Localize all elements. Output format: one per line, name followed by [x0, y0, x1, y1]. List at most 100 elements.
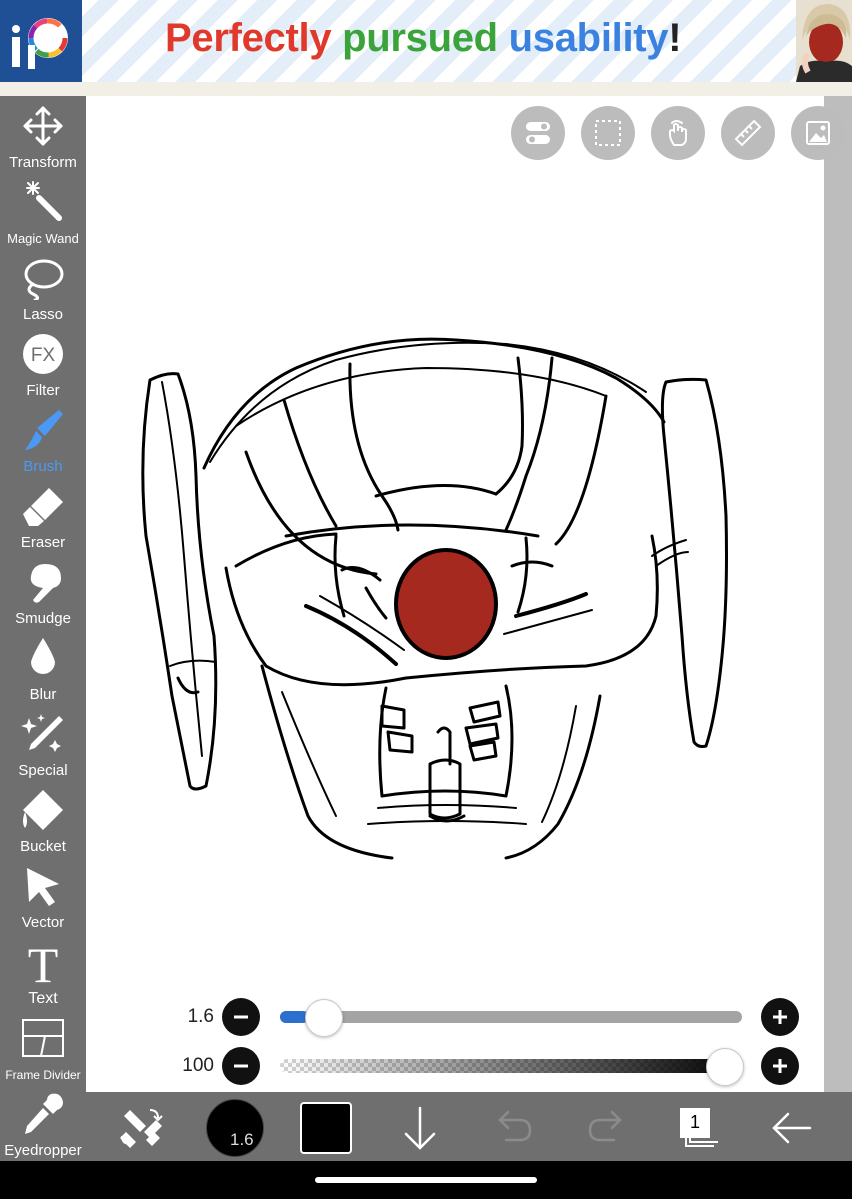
- tool-label: Vector: [21, 914, 65, 931]
- arrow-down-icon: [404, 1106, 436, 1150]
- move-down-button[interactable]: [398, 1092, 442, 1161]
- tool-text[interactable]: T Text: [0, 936, 86, 1012]
- bucket-icon: [23, 790, 63, 830]
- tool-smudge[interactable]: Smudge: [0, 556, 86, 632]
- tool-eraser[interactable]: Eraser: [0, 480, 86, 556]
- ruler-button[interactable]: [721, 106, 775, 160]
- robot-head-sketch: [141, 337, 728, 860]
- layers-button[interactable]: 1: [676, 1092, 724, 1161]
- ad-word: pursued: [342, 16, 498, 60]
- redo-button[interactable]: [584, 1092, 628, 1161]
- eyedropper-icon: [25, 1093, 63, 1134]
- opacity-slider-thumb[interactable]: [706, 1048, 744, 1086]
- brush-size-preview[interactable]: 1.6: [206, 1092, 264, 1161]
- opacity-decrease-button[interactable]: [222, 1047, 260, 1085]
- plus-icon: [773, 1059, 787, 1073]
- opacity-increase-button[interactable]: [761, 1047, 799, 1085]
- tool-label: Smudge: [15, 610, 71, 627]
- brush-size-label: 1.6: [230, 1130, 254, 1149]
- undo-icon: [498, 1110, 532, 1142]
- tool-label: Eyedropper: [4, 1142, 82, 1159]
- tool-magic-wand[interactable]: Magic Wand: [0, 176, 86, 252]
- ad-banner[interactable]: Perfectly pursued usability!: [0, 0, 852, 82]
- ad-headline: Perfectly pursued usability!: [165, 16, 682, 61]
- swap-tools-icon: [120, 1109, 163, 1148]
- tool-transform[interactable]: Transform: [0, 100, 86, 176]
- tool-frame-divider[interactable]: Frame Divider: [0, 1012, 86, 1088]
- reference-button[interactable]: [791, 106, 845, 160]
- opacity-value: 100: [182, 1055, 214, 1076]
- tool-label: Bucket: [20, 838, 66, 855]
- tool-label: Special: [18, 762, 68, 779]
- touch-button[interactable]: [651, 106, 705, 160]
- tool-label: Magic Wand: [7, 231, 79, 246]
- color-swatch-button[interactable]: [300, 1092, 352, 1161]
- text-icon: T: [28, 940, 59, 984]
- tool-label: Eraser: [20, 534, 66, 551]
- ad-word: usability: [508, 16, 669, 60]
- tool-special[interactable]: Special: [0, 708, 86, 784]
- svg-text:T: T: [28, 940, 59, 984]
- tool-filter[interactable]: FX Filter: [0, 328, 86, 404]
- canvas-edge-strip: [824, 96, 852, 1092]
- vector-arrow-icon: [27, 868, 59, 906]
- brush-size-slider-thumb[interactable]: [304, 999, 343, 1037]
- tool-sidebar: Transform Magic Wand Lasso FX Filter Bru…: [0, 96, 86, 1161]
- tool-vector[interactable]: Vector: [0, 860, 86, 936]
- color-swatch: [300, 1102, 352, 1154]
- tool-label: Blur: [29, 686, 57, 703]
- transform-icon: [23, 106, 63, 146]
- tool-label: Filter: [26, 382, 60, 399]
- redo-icon: [588, 1110, 622, 1142]
- minus-icon: [234, 1064, 248, 1068]
- ibispaint-logo-icon: [0, 0, 82, 82]
- tool-lasso[interactable]: Lasso: [0, 252, 86, 328]
- ad-divider: [0, 82, 852, 97]
- reference-image-icon: [806, 121, 830, 145]
- brush-size-value: 1.6: [187, 1006, 214, 1027]
- home-gesture-handle[interactable]: [315, 1177, 537, 1183]
- selection-button[interactable]: [581, 106, 635, 160]
- brush-size-slider-fill: [280, 1011, 308, 1023]
- ad-word: !: [668, 16, 682, 60]
- toggle-button[interactable]: [511, 106, 565, 160]
- touch-hand-icon: [669, 120, 687, 146]
- tool-label: Lasso: [22, 306, 64, 323]
- toggle-switch-icon: [526, 122, 550, 144]
- tool-label: Text: [28, 990, 58, 1007]
- lasso-icon: [24, 259, 64, 300]
- svg-text:FX: FX: [31, 345, 56, 366]
- tool-label: Brush: [23, 458, 63, 475]
- plus-icon: [773, 1010, 787, 1024]
- special-pen-icon: [21, 714, 63, 752]
- tool-bucket[interactable]: Bucket: [0, 784, 86, 860]
- smudge-icon: [30, 564, 61, 603]
- magic-wand-icon: [26, 181, 62, 221]
- tool-label: Frame Divider: [5, 1068, 81, 1082]
- tool-brush[interactable]: Brush: [0, 404, 86, 480]
- blur-drop-icon: [31, 638, 55, 674]
- frame-divider-icon: [22, 1019, 64, 1057]
- swap-tools-button[interactable]: [116, 1092, 166, 1161]
- tool-blur[interactable]: Blur: [0, 632, 86, 708]
- tool-eyedropper[interactable]: Eyedropper: [0, 1088, 86, 1164]
- layer-count: 1: [689, 1112, 700, 1132]
- minus-icon: [234, 1015, 248, 1019]
- drawing-canvas[interactable]: [86, 96, 852, 1092]
- opacity-slider[interactable]: [280, 1059, 742, 1073]
- character-portrait: [796, 0, 852, 82]
- size-increase-button[interactable]: [761, 998, 799, 1036]
- ruler-icon: [734, 119, 762, 147]
- fx-icon: FX: [23, 334, 63, 374]
- size-decrease-button[interactable]: [222, 998, 260, 1036]
- selection-marquee-icon: [595, 120, 621, 146]
- back-arrow-icon: [772, 1112, 812, 1144]
- back-button[interactable]: [770, 1092, 814, 1161]
- brush-icon: [25, 410, 63, 450]
- bottom-toolbar: 1.6 1: [86, 1092, 852, 1161]
- undo-button[interactable]: [492, 1092, 536, 1161]
- tool-label: Transform: [9, 154, 77, 171]
- eraser-icon: [23, 488, 63, 526]
- ad-word: Perfectly: [165, 16, 332, 60]
- brush-size-slider[interactable]: [280, 1011, 742, 1023]
